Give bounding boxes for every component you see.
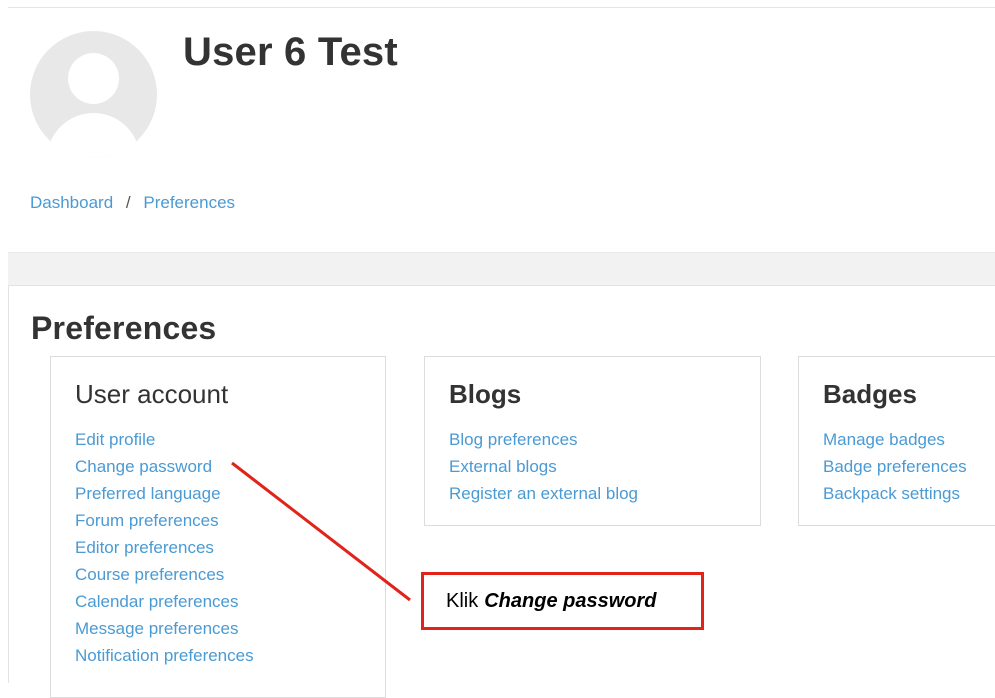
register-external-blog-link[interactable]: Register an external blog [449, 484, 638, 503]
badges-heading: Badges [823, 379, 917, 409]
user-full-name: User 6 Test [183, 30, 398, 74]
page-title: Preferences [31, 310, 217, 346]
breadcrumb-dashboard[interactable]: Dashboard [30, 193, 113, 212]
callout-annotation: Klik Change password [421, 572, 704, 630]
blogs-card: Blogs Blog preferences External blogs Re… [424, 356, 761, 526]
manage-badges-link[interactable]: Manage badges [823, 430, 945, 449]
header-band [8, 252, 995, 286]
edit-profile-link[interactable]: Edit profile [75, 430, 155, 449]
blogs-heading: Blogs [449, 379, 522, 409]
user-account-card: User account Edit profile Change passwor… [50, 356, 386, 698]
preferred-language-link[interactable]: Preferred language [75, 484, 221, 503]
external-blogs-link[interactable]: External blogs [449, 457, 557, 476]
callout-prefix: Klik [446, 589, 479, 612]
editor-preferences-link[interactable]: Editor preferences [75, 538, 214, 557]
user-avatar-icon[interactable] [30, 31, 157, 158]
notification-preferences-link[interactable]: Notification preferences [75, 646, 254, 665]
breadcrumb: Dashboard / Preferences [30, 193, 235, 213]
avatar-body-shape [47, 113, 140, 158]
change-password-link[interactable]: Change password [75, 457, 212, 476]
breadcrumb-preferences[interactable]: Preferences [143, 193, 235, 212]
badges-card: Badges Manage badges Badge preferences B… [798, 356, 995, 526]
blogs-links: Blog preferences External blogs Register… [449, 426, 638, 507]
blog-preferences-link[interactable]: Blog preferences [449, 430, 578, 449]
calendar-preferences-link[interactable]: Calendar preferences [75, 592, 238, 611]
forum-preferences-link[interactable]: Forum preferences [75, 511, 219, 530]
user-account-heading: User account [75, 379, 229, 409]
avatar-head-shape [68, 53, 119, 104]
user-account-links: Edit profile Change password Preferred l… [75, 426, 254, 669]
badge-preferences-link[interactable]: Badge preferences [823, 457, 967, 476]
breadcrumb-separator: / [125, 193, 131, 212]
badges-links: Manage badges Badge preferences Backpack… [823, 426, 967, 507]
backpack-settings-link[interactable]: Backpack settings [823, 484, 960, 503]
top-divider [8, 7, 995, 8]
callout-emphasis: Change password [484, 589, 657, 612]
course-preferences-link[interactable]: Course preferences [75, 565, 224, 584]
message-preferences-link[interactable]: Message preferences [75, 619, 238, 638]
